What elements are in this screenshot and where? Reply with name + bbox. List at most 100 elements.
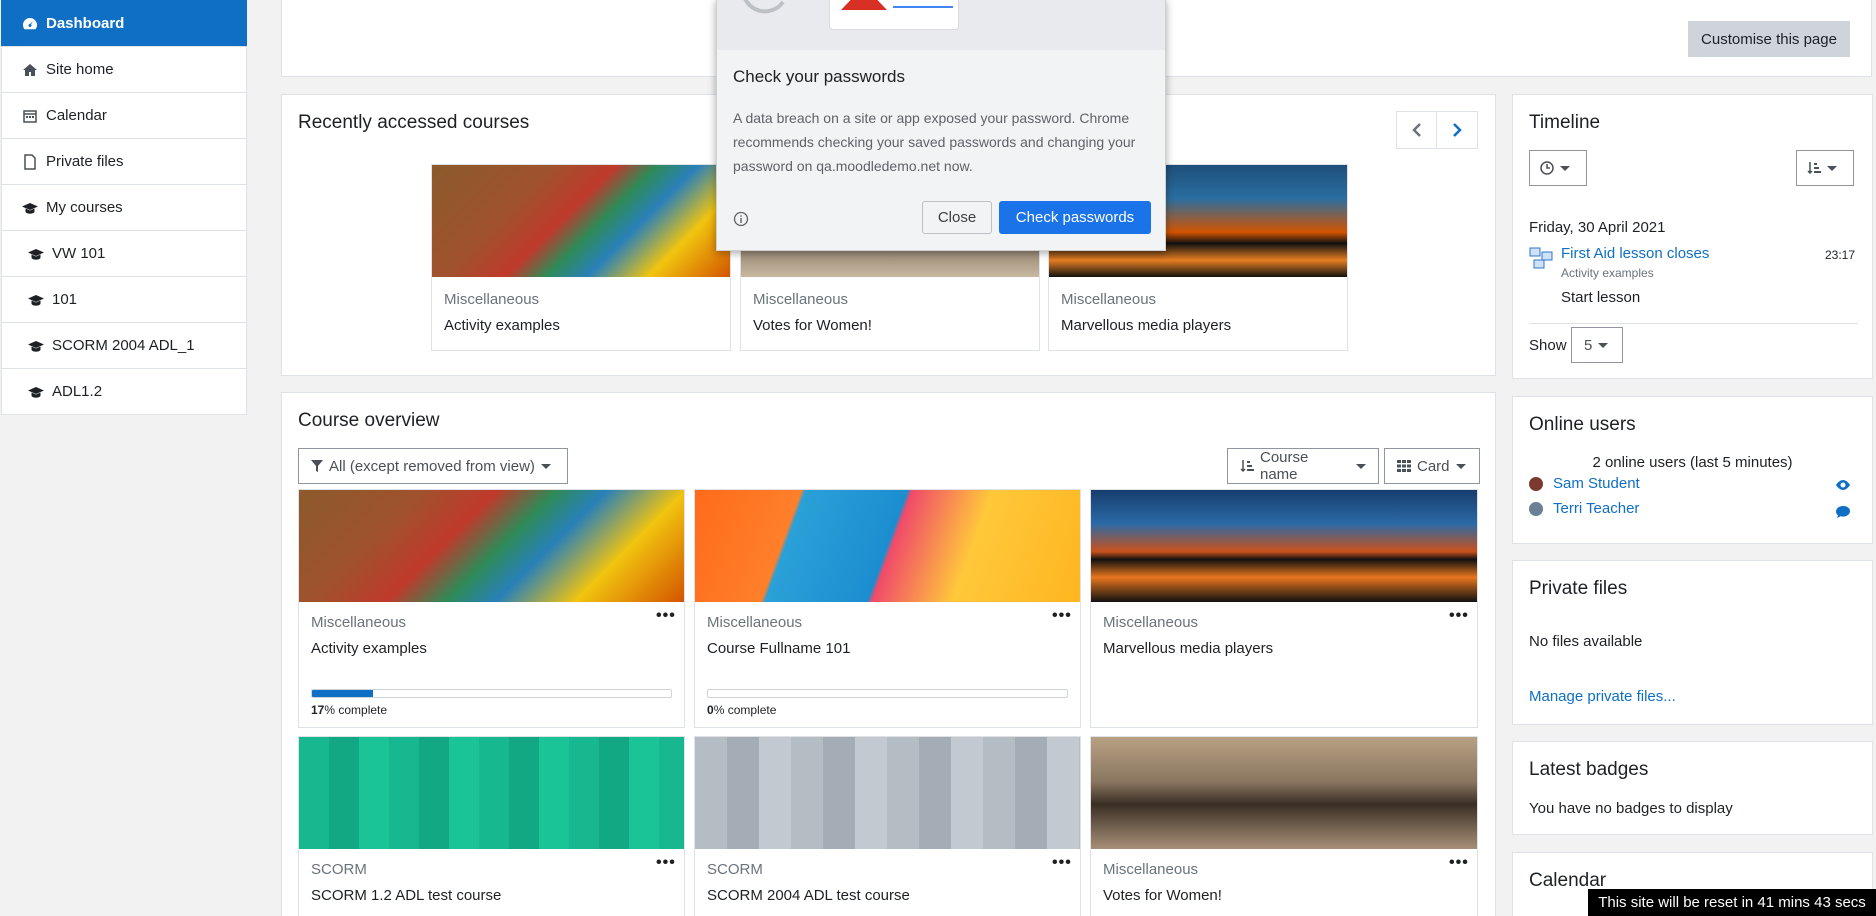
show-value: 5 xyxy=(1584,336,1593,354)
sort-dropdown[interactable]: Course name xyxy=(1227,448,1379,484)
course-category: Miscellaneous xyxy=(753,291,849,308)
progress-suffix: % complete xyxy=(324,703,388,717)
manage-private-files-link[interactable]: Manage private files... xyxy=(1529,688,1676,705)
start-lesson-link[interactable]: Start lesson xyxy=(1561,289,1640,306)
course-card[interactable]: Miscellaneous ••• Course Fullname 101 0%… xyxy=(694,489,1081,728)
course-name[interactable]: Marvellous media players xyxy=(1061,317,1231,334)
popup-illustration xyxy=(717,0,1165,50)
course-card[interactable]: SCORM ••• SCORM 1.2 ADL test course xyxy=(298,736,685,916)
left-navigation: Dashboard Site home Calendar Private fil… xyxy=(1,0,247,415)
show-label: Show xyxy=(1529,337,1567,354)
nav-course-101[interactable]: 101 xyxy=(1,276,247,323)
chevron-down-icon xyxy=(540,463,551,469)
nav-label: Site home xyxy=(46,61,114,78)
online-summary: 2 online users (last 5 minutes) xyxy=(1592,454,1793,471)
nav-site-home[interactable]: Site home xyxy=(1,46,247,93)
more-actions-icon[interactable]: ••• xyxy=(1052,607,1072,625)
course-name[interactable]: Votes for Women! xyxy=(1103,887,1222,904)
filter-icon xyxy=(311,460,323,472)
course-name[interactable]: Activity examples xyxy=(311,640,427,657)
course-category: Miscellaneous xyxy=(311,614,407,631)
chevron-down-icon xyxy=(1356,463,1366,469)
progress-percent: 17 xyxy=(311,703,325,717)
course-category: Miscellaneous xyxy=(1103,614,1199,631)
more-actions-icon[interactable]: ••• xyxy=(656,607,676,625)
course-card[interactable]: Miscellaneous ••• Votes for Women! xyxy=(1090,736,1478,916)
progress-text: 0% complete xyxy=(707,703,776,717)
timeline-filter-dropdown[interactable] xyxy=(1529,150,1587,186)
nav-course-scorm2004[interactable]: SCORM 2004 ADL_1 xyxy=(1,322,247,369)
check-passwords-button[interactable]: Check passwords xyxy=(999,201,1151,234)
course-card[interactable]: SCORM ••• SCORM 2004 ADL test course xyxy=(694,736,1081,916)
nav-course-vw101[interactable]: VW 101 xyxy=(1,230,247,277)
spinner-illustration xyxy=(743,0,785,14)
course-card[interactable]: Miscellaneous ••• Activity examples 17% … xyxy=(298,489,685,728)
password-check-popup: Check your passwords A data breach on a … xyxy=(716,0,1166,251)
progress-fill xyxy=(312,690,374,697)
avatar xyxy=(1529,502,1543,516)
course-card[interactable]: Miscellaneous ••• Marvellous media playe… xyxy=(1090,489,1478,728)
grouping-filter-dropdown[interactable]: All (except removed from view) xyxy=(298,448,568,484)
warning-icon xyxy=(841,0,887,10)
clock-icon xyxy=(1540,161,1554,175)
calendar-icon xyxy=(23,109,37,123)
sort-label: Course name xyxy=(1260,449,1309,483)
chevron-left-icon xyxy=(1411,123,1421,137)
event-link[interactable]: First Aid lesson closes xyxy=(1561,245,1709,262)
course-name[interactable]: Votes for Women! xyxy=(753,317,872,334)
info-icon[interactable] xyxy=(733,211,749,227)
progress-suffix: % complete xyxy=(713,703,777,717)
user-link[interactable]: Sam Student xyxy=(1553,475,1640,492)
empty-message: You have no badges to display xyxy=(1529,800,1733,817)
nav-label: Dashboard xyxy=(46,15,125,32)
eye-icon[interactable] xyxy=(1835,479,1851,491)
nav-course-adl12[interactable]: ADL1.2 xyxy=(1,368,247,415)
show-count-dropdown[interactable]: 5 xyxy=(1571,327,1623,363)
course-name[interactable]: Marvellous media players xyxy=(1103,640,1273,657)
user-link[interactable]: Terri Teacher xyxy=(1553,500,1639,517)
course-name[interactable]: Course Fullname 101 xyxy=(707,640,850,657)
home-icon xyxy=(23,63,37,76)
course-category: Miscellaneous xyxy=(707,614,803,631)
lesson-icon xyxy=(1529,247,1553,269)
course-image xyxy=(1091,490,1477,602)
customise-page-button[interactable]: Customise this page xyxy=(1688,21,1850,57)
empty-message: No files available xyxy=(1529,633,1643,650)
avatar xyxy=(1529,477,1543,491)
more-actions-icon[interactable]: ••• xyxy=(1052,854,1072,872)
more-actions-icon[interactable]: ••• xyxy=(1449,854,1469,872)
course-name[interactable]: SCORM 1.2 ADL test course xyxy=(311,887,501,904)
timeline-sort-dropdown[interactable] xyxy=(1796,150,1854,186)
nav-dashboard[interactable]: Dashboard xyxy=(1,0,247,47)
course-name[interactable]: Activity examples xyxy=(444,317,560,334)
progress-text: 17% complete xyxy=(311,703,387,717)
nav-private-files[interactable]: Private files xyxy=(1,138,247,185)
block-title: Timeline xyxy=(1529,112,1601,133)
course-category: SCORM xyxy=(707,861,763,878)
nav-label: My courses xyxy=(46,199,123,216)
nav-calendar[interactable]: Calendar xyxy=(1,92,247,139)
course-category: Miscellaneous xyxy=(1061,291,1157,308)
event-course: Activity examples xyxy=(1561,266,1654,280)
divider xyxy=(1529,323,1858,324)
graduation-cap-icon xyxy=(28,294,44,306)
view-dropdown[interactable]: Card xyxy=(1384,448,1480,484)
next-button[interactable] xyxy=(1437,112,1477,148)
graduation-cap-icon xyxy=(28,340,44,352)
nav-my-courses[interactable]: My courses xyxy=(1,184,247,231)
course-image xyxy=(299,490,684,602)
graduation-cap-icon xyxy=(28,248,44,260)
recent-course-card[interactable]: Miscellaneous Activity examples xyxy=(431,164,731,351)
nav-label: Calendar xyxy=(46,107,107,124)
more-actions-icon[interactable]: ••• xyxy=(1449,607,1469,625)
course-category: Miscellaneous xyxy=(1103,861,1199,878)
chevron-down-icon xyxy=(1560,165,1570,171)
block-title: Latest badges xyxy=(1529,759,1649,780)
more-actions-icon[interactable]: ••• xyxy=(656,854,676,872)
popup-close-button[interactable]: Close xyxy=(922,201,992,234)
course-name[interactable]: SCORM 2004 ADL test course xyxy=(707,887,910,904)
sort-icon xyxy=(1807,162,1821,175)
prev-button[interactable] xyxy=(1397,112,1438,148)
message-icon[interactable] xyxy=(1835,505,1851,519)
chevron-down-icon xyxy=(1455,463,1466,469)
